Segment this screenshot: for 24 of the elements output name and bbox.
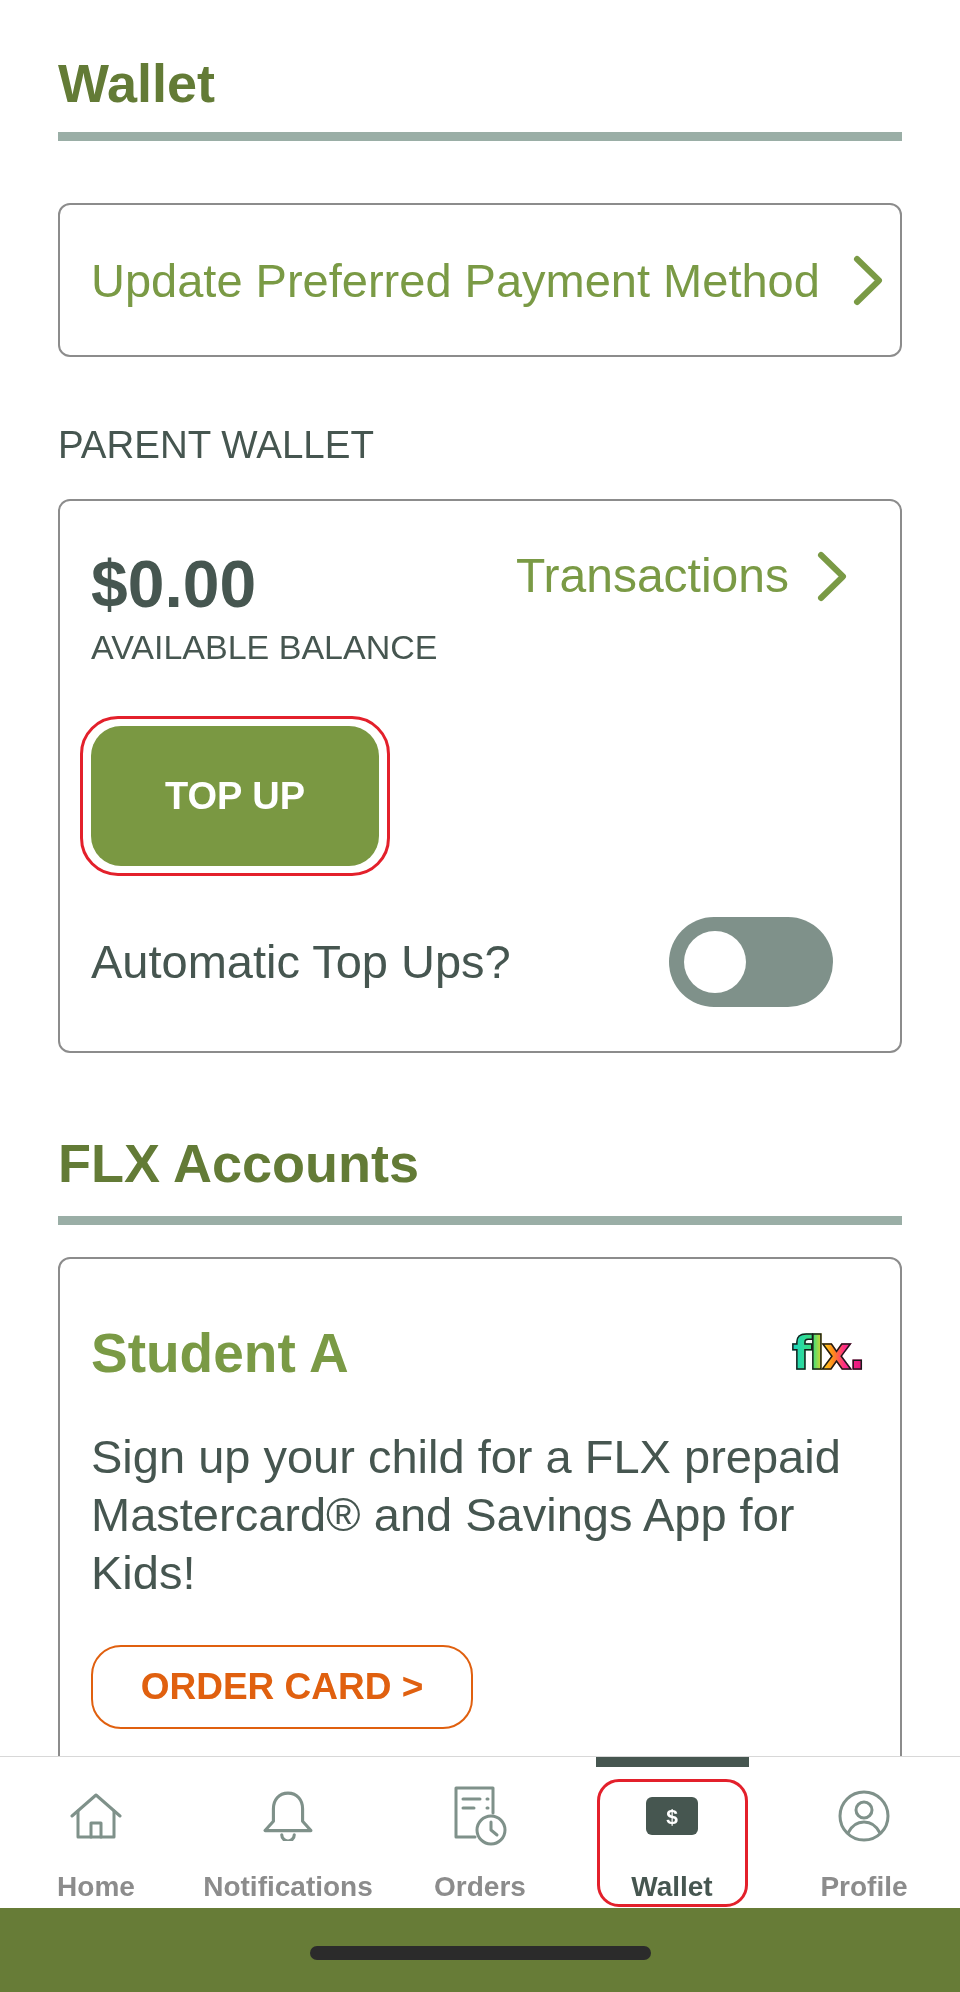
nav-tab[interactable]: Home: [20, 1779, 172, 1907]
balance-amount: $0.00: [91, 548, 257, 620]
bell-icon: [263, 1791, 313, 1841]
order-card-button[interactable]: ORDER CARD >: [91, 1645, 473, 1729]
nav-tab[interactable]: Profile: [788, 1779, 940, 1907]
section-title: FLX Accounts: [58, 1132, 420, 1195]
nav-tab[interactable]: $ Wallet: [596, 1779, 748, 1907]
student-name: Student A: [91, 1321, 349, 1385]
section-label: PARENT WALLET: [58, 422, 374, 468]
chevron-right-icon: [816, 549, 848, 603]
top-up-button[interactable]: TOP UP: [91, 726, 379, 866]
nav-tab[interactable]: Orders: [404, 1779, 556, 1907]
balance-caption: AVAILABLE BALANCE: [91, 627, 438, 667]
transactions-link[interactable]: Transactions: [516, 548, 848, 604]
auto-top-up-label: Automatic Top Ups?: [91, 934, 511, 990]
nav-tab[interactable]: Notifications: [196, 1779, 380, 1907]
update-payment-method-button[interactable]: Update Preferred Payment Method: [58, 203, 902, 357]
page-title: Wallet: [58, 52, 216, 115]
account-description: Sign up your child for a FLX prepaid Mastercard® and Savings App for Kids!: [91, 1429, 842, 1601]
wallet-icon: $: [646, 1797, 698, 1835]
document-clock-icon: [453, 1785, 507, 1847]
home-icon: [70, 1793, 122, 1839]
chevron-right-icon: [852, 253, 884, 307]
profile-icon: [838, 1790, 890, 1842]
